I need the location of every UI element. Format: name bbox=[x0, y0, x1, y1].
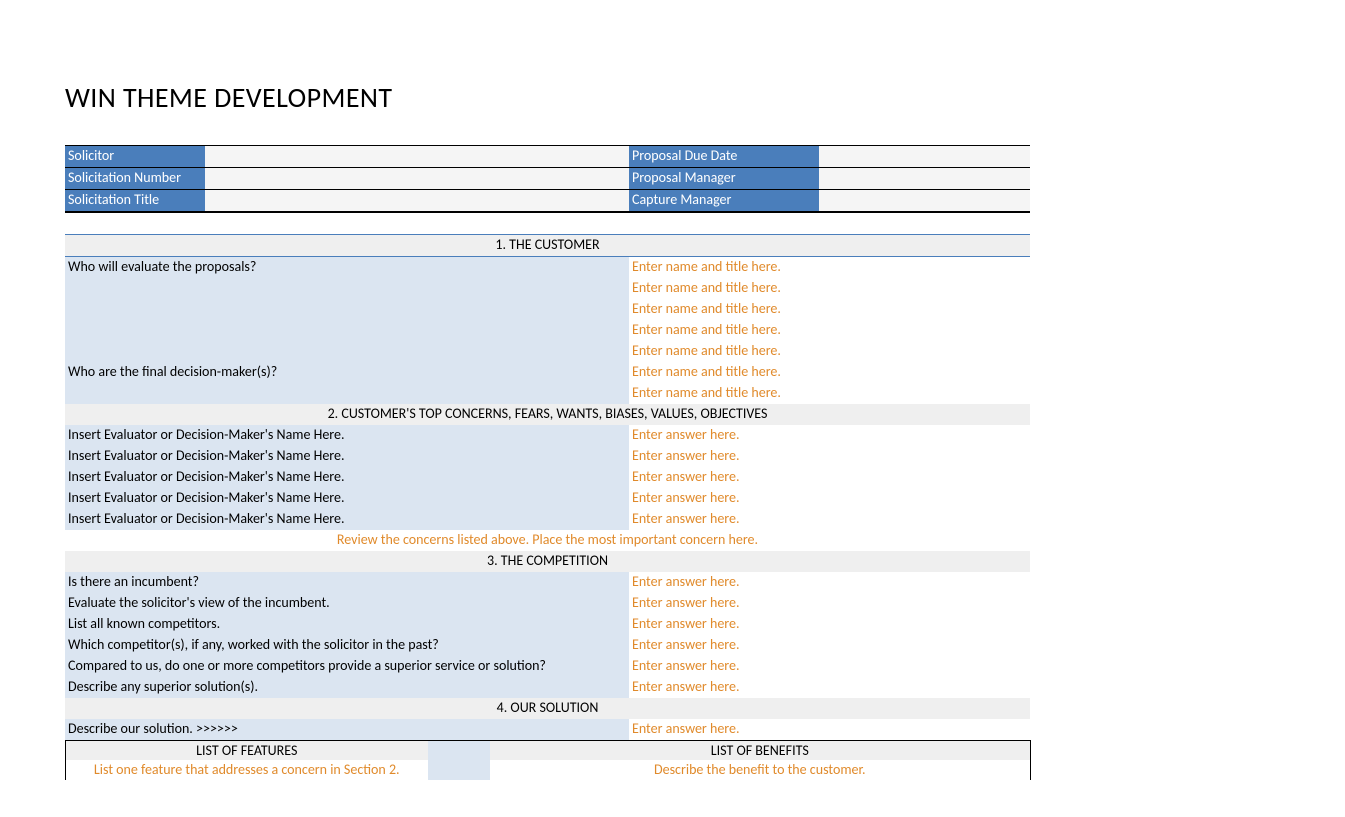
s3-q: Compared to us, do one or more competito… bbox=[65, 656, 629, 677]
fb-gap-head bbox=[428, 741, 490, 761]
benefits-header: LIST OF BENEFITS bbox=[490, 741, 1031, 761]
s2-name[interactable]: Insert Evaluator or Decision-Maker's Nam… bbox=[65, 425, 629, 446]
value-capture-manager[interactable] bbox=[819, 190, 1030, 213]
s1-q1-cont bbox=[65, 320, 629, 341]
s1-q1-cont bbox=[65, 278, 629, 299]
value-proposal-manager[interactable] bbox=[819, 168, 1030, 190]
features-benefits-table: LIST OF FEATURES LIST OF BENEFITS List o… bbox=[65, 740, 1031, 780]
label-proposal-manager: Proposal Manager bbox=[629, 168, 819, 190]
s3-a[interactable]: Enter answer here. bbox=[629, 677, 1030, 698]
s4-desc-a[interactable]: Enter answer here. bbox=[629, 719, 1030, 740]
label-solicitor: Solicitor bbox=[65, 146, 205, 168]
s1-q1-entry[interactable]: Enter name and title here. bbox=[629, 299, 1030, 320]
s1-q2: Who are the final decision-maker(s)? bbox=[65, 362, 629, 383]
section-4-title: 4. OUR SOLUTION bbox=[65, 698, 1030, 719]
s2-name[interactable]: Insert Evaluator or Decision-Maker's Nam… bbox=[65, 488, 629, 509]
s1-q1-entry[interactable]: Enter name and title here. bbox=[629, 278, 1030, 299]
s3-q: Which competitor(s), if any, worked with… bbox=[65, 635, 629, 656]
s2-answer[interactable]: Enter answer here. bbox=[629, 425, 1030, 446]
header-table: Solicitor Proposal Due Date Solicitation… bbox=[65, 145, 1030, 740]
s1-q2-cont bbox=[65, 383, 629, 404]
features-header: LIST OF FEATURES bbox=[66, 741, 428, 761]
s2-answer[interactable]: Enter answer here. bbox=[629, 467, 1030, 488]
s3-q: Evaluate the solicitor's view of the inc… bbox=[65, 593, 629, 614]
page-title: WIN THEME DEVELOPMENT bbox=[65, 80, 1345, 115]
s3-q: Is there an incumbent? bbox=[65, 572, 629, 593]
label-proposal-due-date: Proposal Due Date bbox=[629, 146, 819, 168]
value-solicitation-number[interactable] bbox=[205, 168, 629, 190]
label-solicitation-number: Solicitation Number bbox=[65, 168, 205, 190]
value-proposal-due-date[interactable] bbox=[819, 146, 1030, 168]
s3-q: Describe any superior solution(s). bbox=[65, 677, 629, 698]
s1-q1-entry[interactable]: Enter name and title here. bbox=[629, 320, 1030, 341]
section-1-title: 1. THE CUSTOMER bbox=[65, 235, 1030, 257]
s2-answer[interactable]: Enter answer here. bbox=[629, 509, 1030, 530]
s2-answer[interactable]: Enter answer here. bbox=[629, 446, 1030, 467]
section-2-title: 2. CUSTOMER'S TOP CONCERNS, FEARS, WANTS… bbox=[65, 404, 1030, 425]
s1-q1-cont bbox=[65, 299, 629, 320]
s1-q1: Who will evaluate the proposals? bbox=[65, 257, 629, 279]
s3-q: List all known competitors. bbox=[65, 614, 629, 635]
s2-name[interactable]: Insert Evaluator or Decision-Maker's Nam… bbox=[65, 446, 629, 467]
s2-answer[interactable]: Enter answer here. bbox=[629, 488, 1030, 509]
label-solicitation-title: Solicitation Title bbox=[65, 190, 205, 213]
value-solicitor[interactable] bbox=[205, 146, 629, 168]
s3-a[interactable]: Enter answer here. bbox=[629, 635, 1030, 656]
s1-q1-entry[interactable]: Enter name and title here. bbox=[629, 341, 1030, 362]
s2-name[interactable]: Insert Evaluator or Decision-Maker's Nam… bbox=[65, 467, 629, 488]
s3-a[interactable]: Enter answer here. bbox=[629, 656, 1030, 677]
s1-q2-entry[interactable]: Enter name and title here. bbox=[629, 383, 1030, 404]
s1-q1-entry[interactable]: Enter name and title here. bbox=[629, 257, 1030, 279]
fb-gap bbox=[428, 760, 490, 780]
s3-a[interactable]: Enter answer here. bbox=[629, 593, 1030, 614]
s3-a[interactable]: Enter answer here. bbox=[629, 572, 1030, 593]
s1-q1-cont bbox=[65, 341, 629, 362]
s3-a[interactable]: Enter answer here. bbox=[629, 614, 1030, 635]
s1-q2-entry[interactable]: Enter name and title here. bbox=[629, 362, 1030, 383]
benefit-entry[interactable]: Describe the benefit to the customer. bbox=[490, 760, 1031, 780]
feature-entry[interactable]: List one feature that addresses a concer… bbox=[66, 760, 428, 780]
s2-review-note: Review the concerns listed above. Place … bbox=[65, 530, 1030, 551]
section-3-title: 3. THE COMPETITION bbox=[65, 551, 1030, 572]
value-solicitation-title[interactable] bbox=[205, 190, 629, 213]
label-capture-manager: Capture Manager bbox=[629, 190, 819, 213]
s4-desc-q: Describe our solution. >>>>>> bbox=[65, 719, 629, 740]
s2-name[interactable]: Insert Evaluator or Decision-Maker's Nam… bbox=[65, 509, 629, 530]
